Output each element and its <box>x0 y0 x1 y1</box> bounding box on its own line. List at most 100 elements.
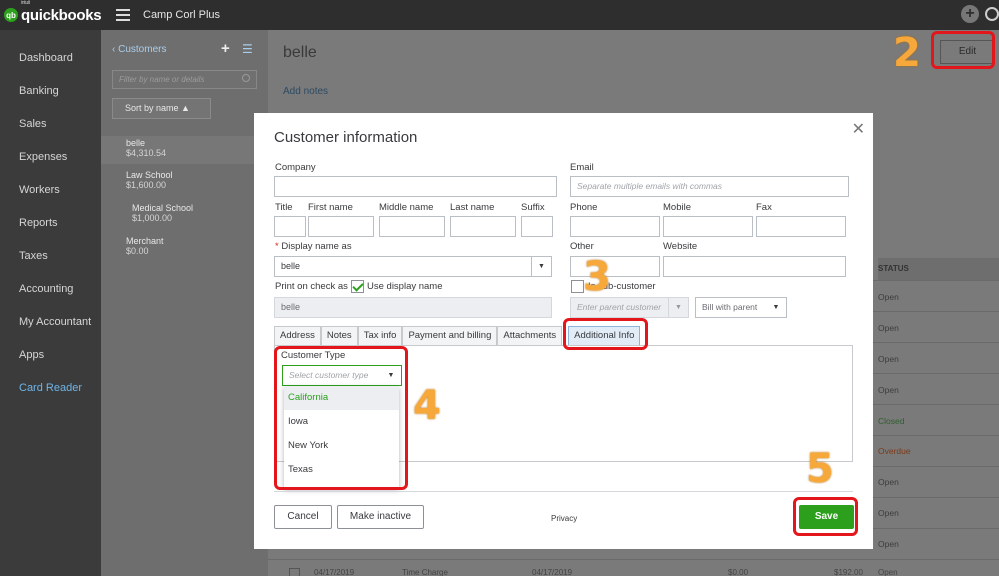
nav-my-accountant[interactable]: My Accountant <box>0 306 101 339</box>
website-input[interactable] <box>663 256 846 277</box>
customer-name: Law School <box>126 170 173 180</box>
tab-tax-info[interactable]: Tax info <box>357 326 403 345</box>
customer-balance: $1,000.00 <box>132 213 173 223</box>
nav-workers[interactable]: Workers <box>0 174 101 207</box>
nav-banking[interactable]: Banking <box>0 75 101 108</box>
status-cell: Overdue <box>878 446 911 456</box>
display-name-label: * Display name as <box>275 241 352 252</box>
email-input[interactable]: Separate multiple emails with commas <box>570 176 849 197</box>
customer-name: belle <box>126 138 146 148</box>
privacy-link[interactable]: Privacy <box>551 514 577 523</box>
nav-card-reader[interactable]: Card Reader <box>0 372 101 405</box>
filter-customers-input[interactable]: Filter by name or details <box>112 70 257 89</box>
company-input[interactable] <box>274 176 557 197</box>
left-navigation: Dashboard Banking Sales Expenses Workers… <box>0 30 101 576</box>
email-label: Email <box>570 162 594 173</box>
print-on-check-input[interactable]: belle <box>274 297 552 318</box>
customer-list-panel: ‹ Customers + ☰ Filter by name or detail… <box>101 30 268 576</box>
customer-balance: $4,310.54 <box>126 148 167 158</box>
status-cell: Open <box>878 477 899 487</box>
status-column-header[interactable]: STATUS <box>878 258 999 280</box>
customer-list-item[interactable]: Medical School $1,000.00 <box>101 203 268 223</box>
annotation-step-5: 5 <box>806 446 834 492</box>
nav-sales[interactable]: Sales <box>0 108 101 141</box>
customer-balance: $0.00 <box>126 246 149 256</box>
use-display-name-label: Use display name <box>367 281 443 292</box>
status-cell: Open <box>878 508 899 518</box>
title-input[interactable] <box>274 216 306 237</box>
use-display-name-checkbox[interactable] <box>351 280 364 293</box>
customer-list-item[interactable]: Law School $1,600.00 <box>101 170 268 190</box>
display-name-select[interactable]: belle ▼ <box>274 256 552 277</box>
mobile-label: Mobile <box>663 202 691 213</box>
middle-name-input[interactable] <box>379 216 445 237</box>
nav-apps[interactable]: Apps <box>0 339 101 372</box>
status-cell: Open <box>878 539 899 549</box>
customer-balance: $1,600.00 <box>126 180 167 190</box>
annotation-save-highlight <box>793 497 858 536</box>
first-name-label: First name <box>308 202 353 213</box>
company-label: Company <box>275 162 316 173</box>
last-name-label: Last name <box>450 202 495 213</box>
nav-expenses[interactable]: Expenses <box>0 141 101 174</box>
mobile-input[interactable] <box>663 216 753 237</box>
create-plus-icon[interactable]: + <box>961 5 979 23</box>
nav-accounting[interactable]: Accounting <box>0 273 101 306</box>
customers-back-link[interactable]: ‹ Customers <box>112 44 166 55</box>
top-bar: qb intuit quickbooks Camp Corl Plus + <box>0 0 999 30</box>
nav-reports[interactable]: Reports <box>0 207 101 240</box>
close-icon[interactable]: ✕ <box>852 119 865 139</box>
fax-input[interactable] <box>756 216 846 237</box>
first-name-input[interactable] <box>308 216 374 237</box>
annotation-step-4: 4 <box>413 383 441 429</box>
status-cell: Open <box>878 292 899 302</box>
table-row[interactable]: 04/17/2019 Time Charge 04/17/2019 $0.00 … <box>268 566 999 576</box>
add-customer-icon[interactable]: + <box>221 40 230 57</box>
make-inactive-button[interactable]: Make inactive <box>337 505 424 529</box>
search-icon <box>242 74 250 82</box>
phone-input[interactable] <box>570 216 660 237</box>
suffix-input[interactable] <box>521 216 553 237</box>
print-on-check-label: Print on check as <box>275 281 348 292</box>
add-notes-link[interactable]: Add notes <box>283 86 328 97</box>
last-name-input[interactable] <box>450 216 516 237</box>
logo-text: quickbooks <box>21 6 102 24</box>
customer-name: Merchant <box>126 236 164 246</box>
status-cell: Closed <box>878 416 905 426</box>
customer-list-item[interactable]: belle $4,310.54 <box>101 136 268 164</box>
tab-attachments[interactable]: Attachments <box>497 326 563 345</box>
other-label: Other <box>570 241 594 252</box>
logo-intuit-text: intuit <box>21 0 30 6</box>
chevron-down-icon: ▼ <box>531 257 551 276</box>
status-cell: Open <box>878 354 899 364</box>
hamburger-menu-icon[interactable] <box>116 9 130 21</box>
customer-name: Medical School <box>132 203 194 213</box>
tab-payment-and-billing[interactable]: Payment and billing <box>402 326 498 345</box>
middle-name-label: Middle name <box>379 202 434 213</box>
chevron-down-icon: ▼ <box>668 298 688 317</box>
website-label: Website <box>663 241 698 252</box>
nav-dashboard[interactable]: Dashboard <box>0 42 101 75</box>
quickbooks-logo[interactable]: qb intuit quickbooks <box>4 0 104 24</box>
dialog-title: Customer information <box>274 129 418 146</box>
chevron-down-icon: ▼ <box>772 304 780 311</box>
nav-taxes[interactable]: Taxes <box>0 240 101 273</box>
search-icon[interactable] <box>985 7 999 21</box>
company-name: Camp Corl Plus <box>143 9 221 21</box>
page-title: belle <box>283 44 317 61</box>
fax-label: Fax <box>756 202 772 213</box>
bill-with-parent-select[interactable]: Bill with parent ▼ <box>695 297 787 318</box>
collapse-list-icon[interactable]: ☰ <box>242 42 253 56</box>
sort-by-name-button[interactable]: Sort by name ▲ <box>112 98 211 119</box>
annotation-step-2: 2 <box>893 30 921 76</box>
customer-list-item[interactable]: Merchant $0.00 <box>101 236 268 256</box>
tab-notes[interactable]: Notes <box>320 326 358 345</box>
tab-address[interactable]: Address <box>274 326 321 345</box>
annotation-additional-info-highlight <box>563 318 648 350</box>
parent-customer-select[interactable]: Enter parent customer ▼ <box>570 297 689 318</box>
status-cell: Open <box>878 385 899 395</box>
annotation-customer-type-highlight <box>274 346 408 490</box>
cancel-button[interactable]: Cancel <box>274 505 332 529</box>
annotation-edit-highlight <box>931 31 995 69</box>
suffix-label: Suffix <box>521 202 545 213</box>
